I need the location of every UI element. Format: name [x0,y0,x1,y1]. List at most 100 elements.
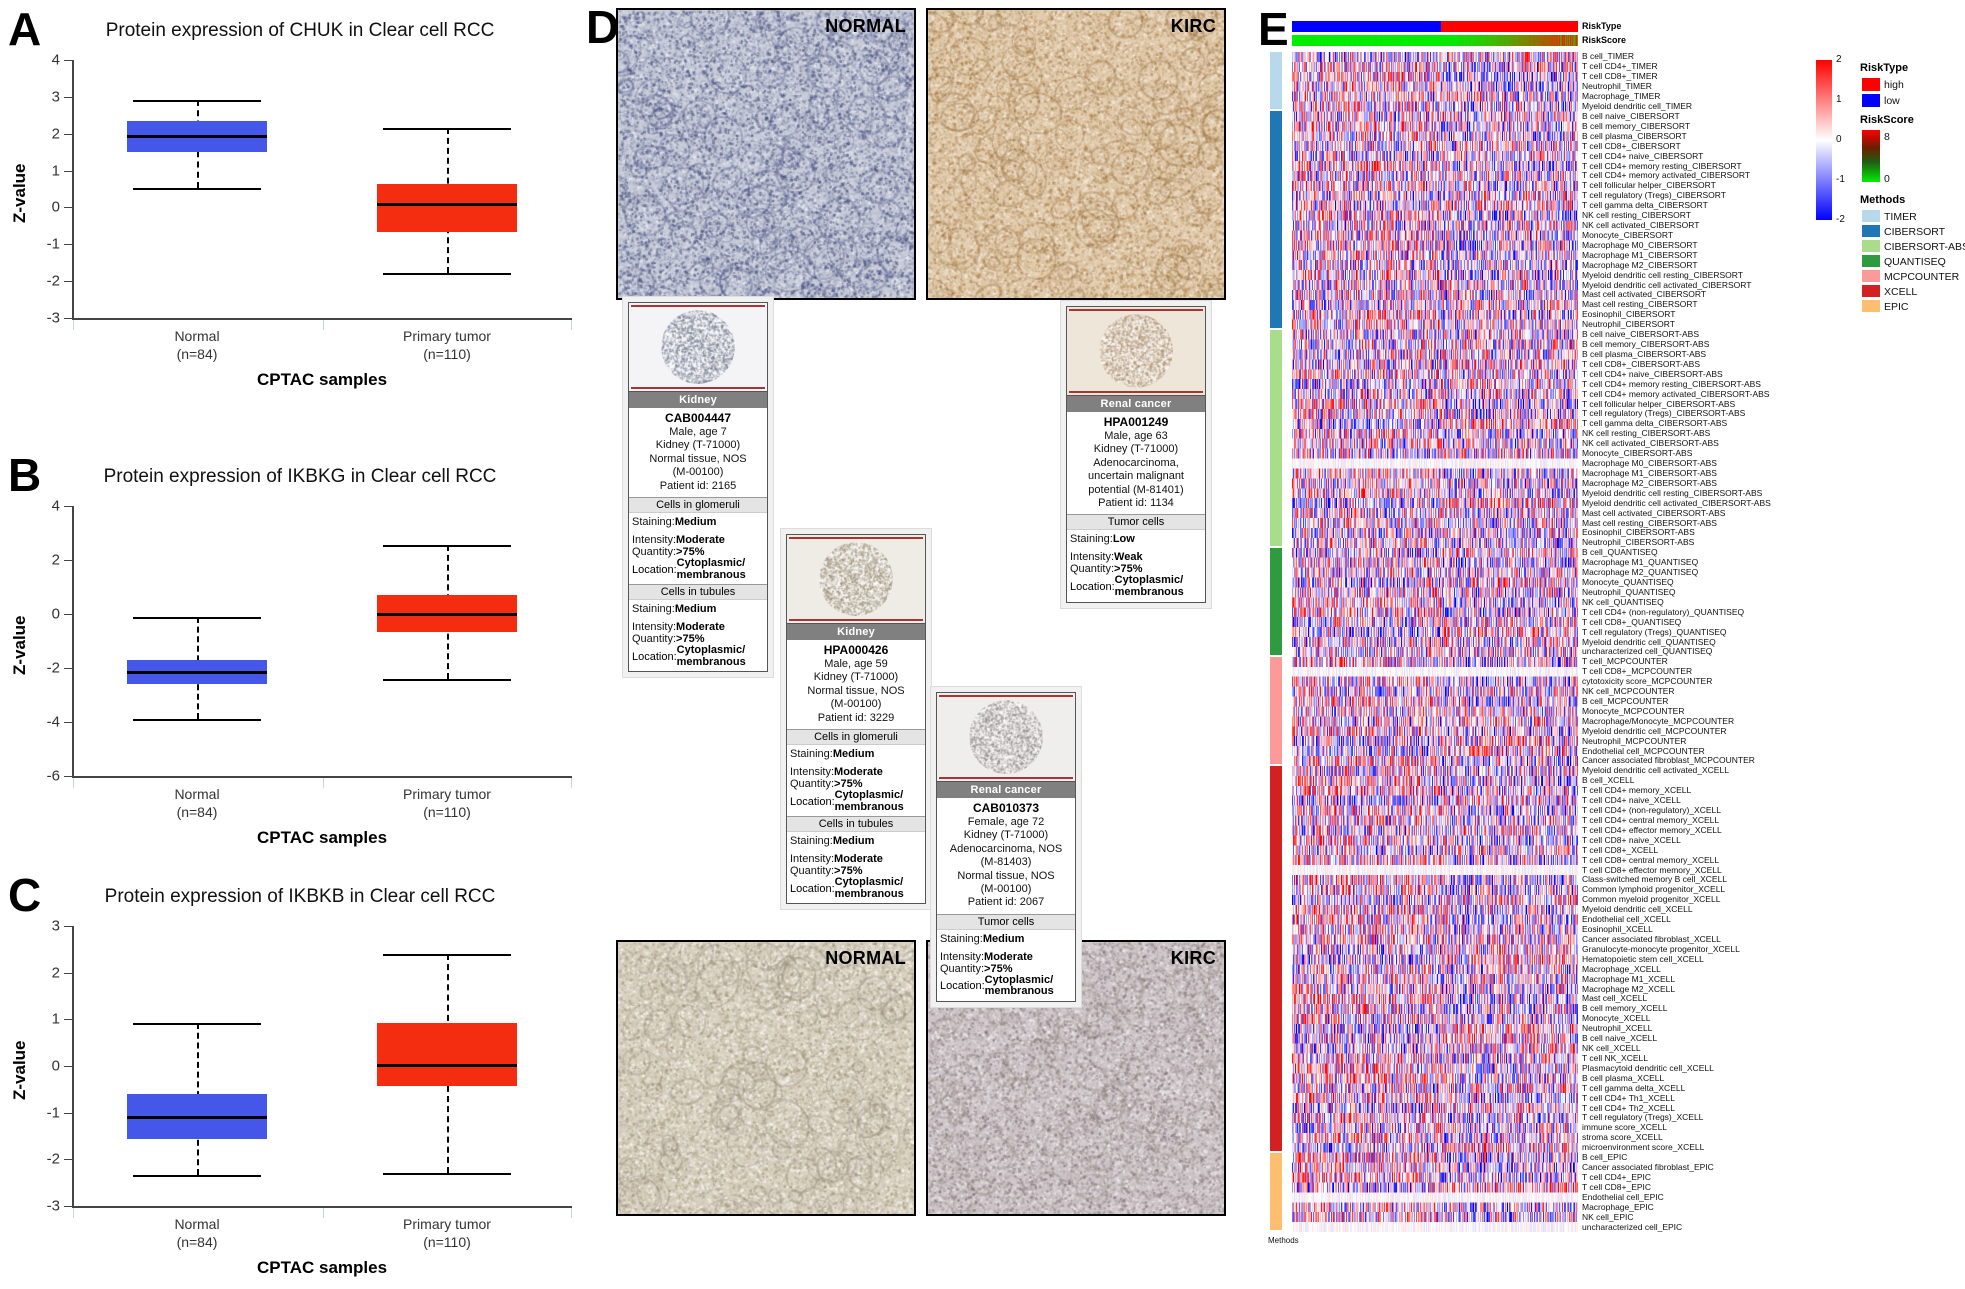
annotation-label-riskscore: RiskScore [1582,35,1627,45]
heatmap-row-label: T cell CD4+_EPIC [1582,1171,1652,1182]
card-metadata-line: (M-00100) [830,698,882,711]
card-antibody-id[interactable]: CAB010373 [937,798,1075,816]
card-metadata-line: Adenocarcinoma, NOS [949,842,1063,855]
card-rule-bottom [631,387,765,389]
heatmap-row-label: B cell naive_CIBERSORT-ABS [1582,329,1699,340]
heatmap-row-label: T cell CD4+ memory_XCELL [1582,785,1692,796]
card-metadata-line: Normal tissue, NOS [807,684,905,697]
card-intensity-row: Intensity: Moderate [629,621,767,633]
legend-title-methods: Methods [1860,194,1906,206]
heatmap-row-label: T cell CD4+ naive_XCELL [1582,795,1681,806]
card-metadata: Male, age 63 Kidney (T-71000) Adenocarcino… [1067,430,1205,514]
heatmap-row-label: Monocyte_CIBERSORT [1582,229,1674,240]
heatmap-row-label: T cell follicular helper_CIBERSORT [1582,180,1716,191]
y-tick-label: -2 [46,1150,60,1168]
card-metadata-line: Patient id: 2165 [659,479,737,492]
hpa-card-hpa001249: Renal cancer HPA001249 Male, age 63 Kidney … [1060,300,1212,609]
heatmap-row-label: T cell CD4+ (non-regulatory)_XCELL [1582,805,1721,816]
heatmap-row-label: Common lymphoid progenitor_XCELL [1582,884,1726,895]
heatmap-row-label: microenvironment score_XCELL [1582,1142,1705,1153]
card-staining-label: Staining: [632,603,675,616]
heatmap-row-label: uncharacterized cell_QUANTISEQ [1582,646,1713,657]
y-tick-mark [64,281,72,283]
heatmap-row-label: Macrophage M2_QUANTISEQ [1582,567,1699,578]
card-intensity-row: Intensity: Moderate [787,853,925,865]
heatmap-row-label: Myeloid dendritic cell_QUANTISEQ [1582,636,1716,647]
heatmap-row-label: B cell_XCELL [1582,775,1635,786]
card-metadata-line: Male, age 63 [1104,430,1168,442]
card-antibody-id[interactable]: HPA001249 [1067,412,1205,430]
tissue-core-image [661,310,735,384]
legend-label-method-mcpcounter: MCPCOUNTER [1884,271,1960,283]
y-tick-mark [64,244,72,246]
heatmap-row-label: T cell CD8+_EPIC [1582,1181,1652,1192]
y-tick-mark [64,1112,72,1114]
y-tick-label: 0 [51,605,60,623]
legend-swatch-method-timer [1862,210,1880,222]
x-category-name: Primary tumor [403,786,491,802]
card-location-label: Location: [1070,580,1115,593]
whisker-cap [382,1172,512,1175]
heatmap-row-label: T cell gamma delta_CIBERSORT [1582,200,1708,211]
heatmap-row-label: T cell NK_XCELL [1582,1052,1648,1063]
heatmap-row-label: Macrophage M1_CIBERSORT [1582,249,1698,260]
x-tick-mark [323,1208,324,1218]
heatmap-row-label: Macrophage_XCELL [1582,963,1661,974]
card-rule-top [939,695,1073,697]
y-tick-mark [64,1206,72,1207]
y-tick-label: 0 [51,1057,60,1075]
micrograph-normal-top: NORMAL [616,8,916,300]
heatmap-row-label: Plasmacytoid dendritic cell_XCELL [1582,1062,1714,1073]
heatmap-row-label: Mast cell resting_CIBERSORT [1582,299,1698,310]
x-axis-label: CPTAC samples [256,1258,388,1277]
card-section-header: Tumor cells [937,913,1075,930]
card-location-row: Location: Cytoplasmic/membranous [787,877,925,903]
card-section-header: Cells in tubules [629,584,767,601]
card-intensity-value: Moderate [834,766,883,779]
x-category-label: Primary tumor (n=110) [357,786,537,821]
whisker-cap [382,127,512,130]
micrograph-caption: KIRC [1170,16,1216,36]
card-antibody-id[interactable]: CAB004447 [629,408,767,426]
card-staining-value: Medium [982,932,1025,945]
card-staining-row: Staining: Low [1067,530,1205,545]
card-metadata-line: Normal tissue, NOS [957,869,1055,882]
micrograph-caption: NORMAL [825,948,906,968]
heatmap-row-label: Class-switched memory B cell_XCELL [1582,874,1728,885]
median-line [127,135,267,139]
card-quantity-label: Quantity: [790,865,835,878]
card-quantity-label: Quantity: [632,546,677,559]
card-metadata-line: Male, age 7 [669,426,727,438]
method-group-bar-cibersort [1270,111,1282,328]
heatmap-row-label: Eosinophil_XCELL [1582,924,1653,935]
heatmap-row-label: NK cell resting_CIBERSORT [1582,210,1691,221]
median-line [377,1064,517,1068]
x-tick-mark [73,320,74,330]
x-category-label: Normal (n=84) [107,328,287,363]
card-staining-row: Staining: Medium [629,513,767,528]
heatmap-row-label: T cell CD8+_TIMER [1582,71,1658,82]
card-metadata-line: Male, age 59 [824,658,888,670]
heatmap-row-label: T cell regulatory (Tregs)_XCELL [1582,1112,1704,1123]
card-antibody-id[interactable]: HPA000426 [787,640,925,658]
y-tick-mark [64,926,72,927]
card-section-header: Cells in tubules [787,816,925,833]
method-group-bar-timer [1270,52,1282,110]
heatmap-row-label: Macrophage M1_CIBERSORT-ABS [1582,467,1717,478]
box-tumor [377,183,517,232]
tissue-core-image [819,542,893,616]
heatmap-row-label: T cell CD8+_QUANTISEQ [1582,616,1682,627]
card-intensity-value: Moderate [984,950,1033,963]
card-thumbnail [629,303,767,392]
micrograph-normal-bottom: NORMAL [616,940,916,1216]
y-tick-label: 1 [51,1010,60,1028]
y-tick-label: 2 [51,964,60,982]
legend-swatch-method-cibersort [1862,225,1880,237]
x-category-name: Normal [174,328,220,344]
heatmap-row-label: Macrophage M0_CIBERSORT-ABS [1582,458,1717,468]
heatmap-row-label: NK cell_QUANTISEQ [1582,596,1664,607]
micrograph-kirc-top: KIRC [926,8,1226,300]
card-intensity-row: Intensity: Weak [1067,551,1205,563]
heatmap-row-label: B cell memory_CIBERSORT-ABS [1582,339,1710,350]
heatmap-row-label: Myeloid dendritic cell_TIMER [1582,101,1693,112]
